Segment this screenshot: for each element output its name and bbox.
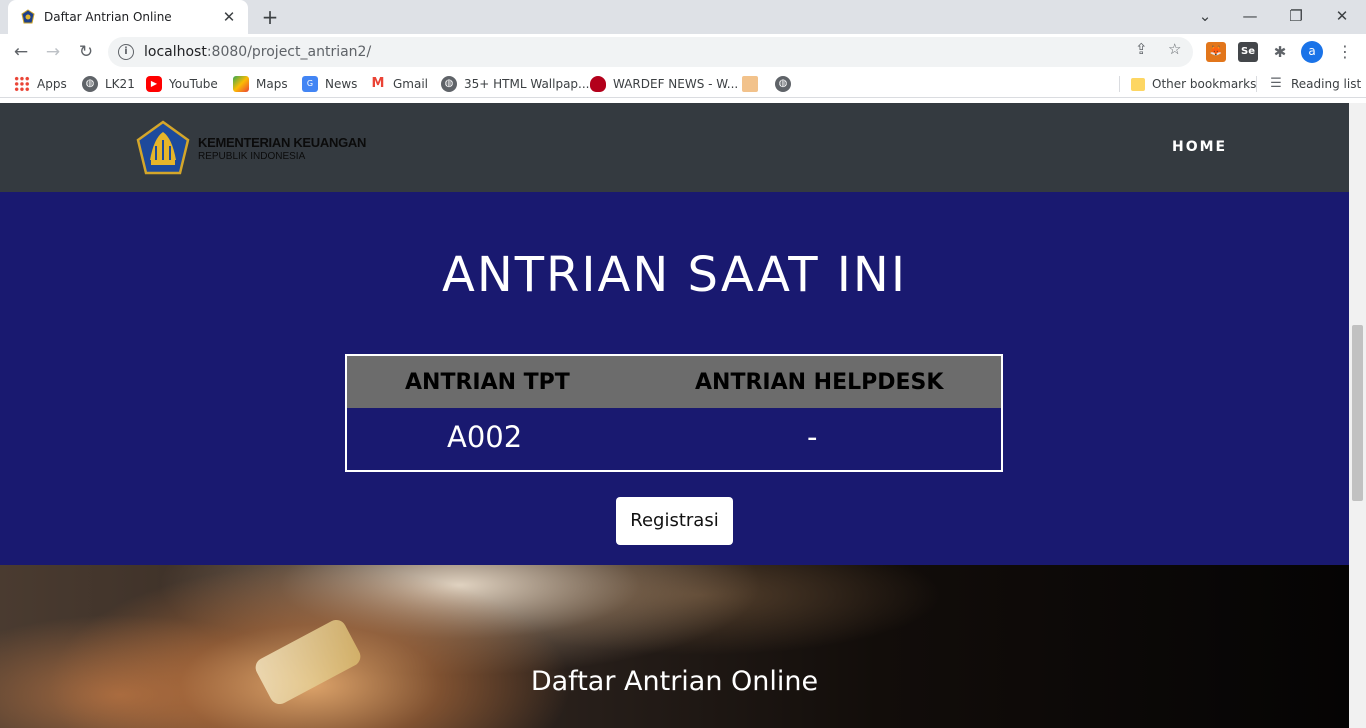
maps-icon — [233, 76, 249, 92]
queue-value-helpdesk: - — [807, 420, 818, 454]
bookmark-label: News — [325, 77, 358, 91]
column-header-tpt: ANTRIAN TPT — [405, 370, 570, 395]
queue-table: ANTRIAN TPT ANTRIAN HELPDESK A002 - — [345, 354, 1003, 472]
image-icon — [742, 76, 758, 92]
wardef-icon — [590, 76, 606, 92]
share-icon[interactable]: ⇪ — [1135, 40, 1148, 58]
close-window-icon[interactable]: ✕ — [1322, 4, 1362, 28]
kemenkeu-logo[interactable]: KEMENTERIAN KEUANGAN REPUBLIK INDONESIA — [134, 120, 366, 176]
extensions-puzzle-icon[interactable]: ✱ — [1270, 42, 1290, 62]
apps-grid-icon — [14, 76, 30, 92]
current-queue-section: ANTRIAN SAAT INI ANTRIAN TPT ANTRIAN HEL… — [0, 192, 1349, 565]
folder-icon — [1131, 77, 1145, 91]
bookmark-label: Maps — [256, 77, 288, 91]
url-host: localhost — [144, 44, 207, 60]
browser-toolbar: ← → ↻ i localhost:8080/project_antrian2/… — [0, 34, 1366, 70]
address-bar[interactable]: i localhost:8080/project_antrian2/ — [108, 37, 1193, 67]
bookmark-label: Apps — [37, 77, 67, 91]
scrollbar-thumb[interactable] — [1352, 325, 1363, 501]
browser-tab[interactable]: Daftar Antrian Online ✕ — [8, 0, 248, 34]
bookmark-label: Gmail — [393, 77, 429, 91]
bookmark-maps[interactable]: Maps — [233, 74, 288, 94]
background-photo-section: Daftar Antrian Online — [0, 565, 1349, 728]
current-queue-title: ANTRIAN SAAT INI — [441, 247, 907, 303]
browser-tabstrip: Daftar Antrian Online ✕ + ⌄ — ❐ ✕ — [0, 0, 1366, 34]
bookmark-label: WARDEF NEWS - W... — [613, 77, 739, 91]
restore-icon[interactable]: ❐ — [1276, 4, 1316, 28]
metamask-extension-icon[interactable]: 🦊 — [1206, 42, 1226, 62]
bookmarks-divider — [1119, 76, 1120, 92]
nav-home-link[interactable]: HOME — [1172, 139, 1227, 155]
site-navbar: KEMENTERIAN KEUANGAN REPUBLIK INDONESIA … — [0, 103, 1349, 192]
reload-icon[interactable]: ↻ — [73, 39, 99, 65]
new-tab-icon[interactable]: + — [258, 6, 282, 28]
logo-subtitle: REPUBLIK INDONESIA — [198, 150, 306, 162]
bookmark-wardef-news[interactable]: WARDEF NEWS - W... — [590, 74, 738, 94]
bookmark-unnamed-1[interactable] — [742, 74, 765, 94]
profile-avatar[interactable]: a — [1301, 41, 1323, 63]
selenium-extension-icon[interactable]: Se — [1238, 42, 1258, 62]
bookmark-html-wallpapers[interactable]: ◍ 35+ HTML Wallpap... — [441, 74, 590, 94]
queue-value-tpt: A002 — [447, 420, 523, 454]
registrasi-button[interactable]: Registrasi — [616, 497, 733, 545]
minimize-icon[interactable]: — — [1230, 4, 1270, 28]
bookmark-unnamed-2[interactable]: ◍ — [775, 74, 798, 94]
column-header-helpdesk: ANTRIAN HELPDESK — [695, 370, 944, 395]
browser-menu-icon[interactable]: ⋮ — [1336, 40, 1354, 64]
tab-title: Daftar Antrian Online — [44, 10, 172, 24]
page-scrollbar[interactable] — [1349, 103, 1366, 728]
globe-icon: ◍ — [82, 76, 98, 92]
kemenkeu-emblem-icon — [136, 120, 190, 175]
youtube-icon: ▶ — [146, 76, 162, 92]
close-tab-icon[interactable]: ✕ — [220, 8, 238, 26]
bookmark-lk21[interactable]: ◍ LK21 — [82, 74, 135, 94]
bookmarks-bar: Apps ◍ LK21 ▶ YouTube Maps G News M Gmai… — [0, 70, 1366, 98]
tab-search-icon[interactable]: ⌄ — [1185, 4, 1225, 28]
site-info-icon[interactable]: i — [118, 44, 134, 60]
logo-title: KEMENTERIAN KEUANGAN — [198, 134, 367, 150]
forward-icon[interactable]: → — [40, 39, 66, 65]
queue-table-header: ANTRIAN TPT ANTRIAN HELPDESK — [347, 356, 1001, 408]
bookmark-apps[interactable]: Apps — [14, 74, 67, 94]
kemenkeu-favicon-icon — [21, 9, 35, 24]
bookmark-news[interactable]: G News — [302, 74, 357, 94]
bookmark-label: 35+ HTML Wallpap... — [464, 77, 590, 91]
reading-list[interactable]: ☰ Reading list — [1268, 74, 1361, 94]
bookmarks-divider — [1256, 76, 1257, 92]
bookmark-label: LK21 — [105, 77, 135, 91]
reading-list-icon: ☰ — [1270, 76, 1282, 91]
globe-icon: ◍ — [775, 76, 791, 92]
news-icon: G — [302, 76, 318, 92]
bookmark-gmail[interactable]: M Gmail — [370, 74, 428, 94]
globe-icon: ◍ — [441, 76, 457, 92]
bookmark-star-icon[interactable]: ☆ — [1168, 40, 1181, 58]
other-bookmarks[interactable]: Other bookmarks — [1131, 74, 1256, 94]
reading-list-label: Reading list — [1291, 77, 1362, 91]
page-viewport: KEMENTERIAN KEUANGAN REPUBLIK INDONESIA … — [0, 103, 1349, 728]
url-path: :8080/project_antrian2/ — [206, 44, 372, 60]
back-icon[interactable]: ← — [8, 39, 34, 65]
other-bookmarks-label: Other bookmarks — [1152, 77, 1257, 91]
gmail-icon: M — [371, 76, 385, 91]
section-title: Daftar Antrian Online — [530, 666, 819, 697]
bookmark-label: YouTube — [169, 77, 218, 91]
bookmark-youtube[interactable]: ▶ YouTube — [146, 74, 218, 94]
